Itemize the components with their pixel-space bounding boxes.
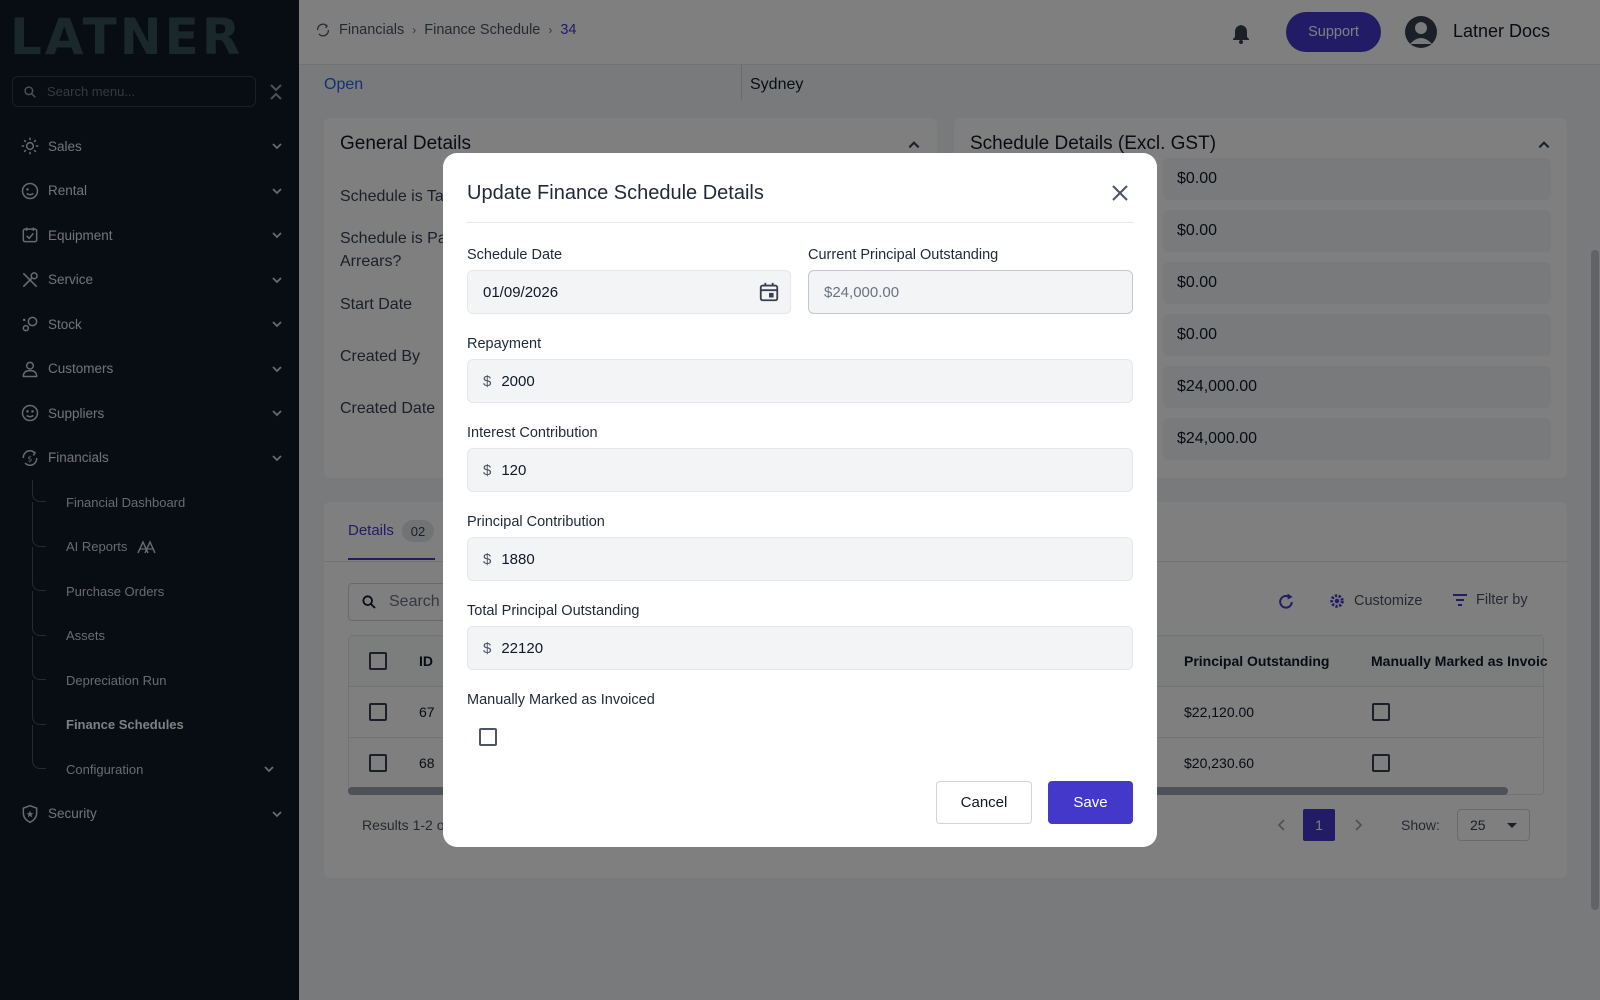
- currency-symbol: $: [483, 461, 492, 479]
- cancel-button[interactable]: Cancel: [936, 781, 1032, 824]
- modal-title: Update Finance Schedule Details: [467, 182, 764, 204]
- total-principal-value: 22120: [501, 639, 544, 657]
- currency-symbol: $: [483, 372, 492, 390]
- total-principal-input[interactable]: $ 22120: [467, 626, 1133, 670]
- update-finance-schedule-modal: Update Finance Schedule Details Schedule…: [443, 153, 1157, 847]
- principal-contribution-input[interactable]: $ 1880: [467, 537, 1133, 581]
- current-principal-input: $24,000.00: [808, 270, 1133, 314]
- interest-contribution-label: Interest Contribution: [467, 425, 598, 441]
- repayment-value: 2000: [501, 372, 535, 390]
- principal-contribution-label: Principal Contribution: [467, 514, 605, 530]
- total-principal-label: Total Principal Outstanding: [467, 603, 640, 619]
- calendar-icon[interactable]: [758, 281, 780, 303]
- repayment-label: Repayment: [467, 336, 542, 352]
- currency-symbol: $: [483, 550, 492, 568]
- interest-contribution-value: 120: [501, 461, 527, 479]
- divider: [467, 222, 1133, 223]
- manually-invoiced-label: Manually Marked as Invoiced: [467, 692, 655, 708]
- principal-contribution-value: 1880: [501, 550, 535, 568]
- schedule-date-input[interactable]: 01/09/2026: [467, 270, 791, 314]
- interest-contribution-input[interactable]: $ 120: [467, 448, 1133, 492]
- current-principal-placeholder: $24,000.00: [824, 283, 900, 301]
- current-principal-label: Current Principal Outstanding: [808, 247, 999, 263]
- close-icon[interactable]: [1110, 183, 1130, 203]
- schedule-date-label: Schedule Date: [467, 247, 563, 263]
- currency-symbol: $: [483, 639, 492, 657]
- schedule-date-value: 01/09/2026: [483, 283, 559, 301]
- repayment-input[interactable]: $ 2000: [467, 359, 1133, 403]
- manually-invoiced-checkbox[interactable]: [479, 728, 497, 746]
- save-button[interactable]: Save: [1048, 781, 1133, 824]
